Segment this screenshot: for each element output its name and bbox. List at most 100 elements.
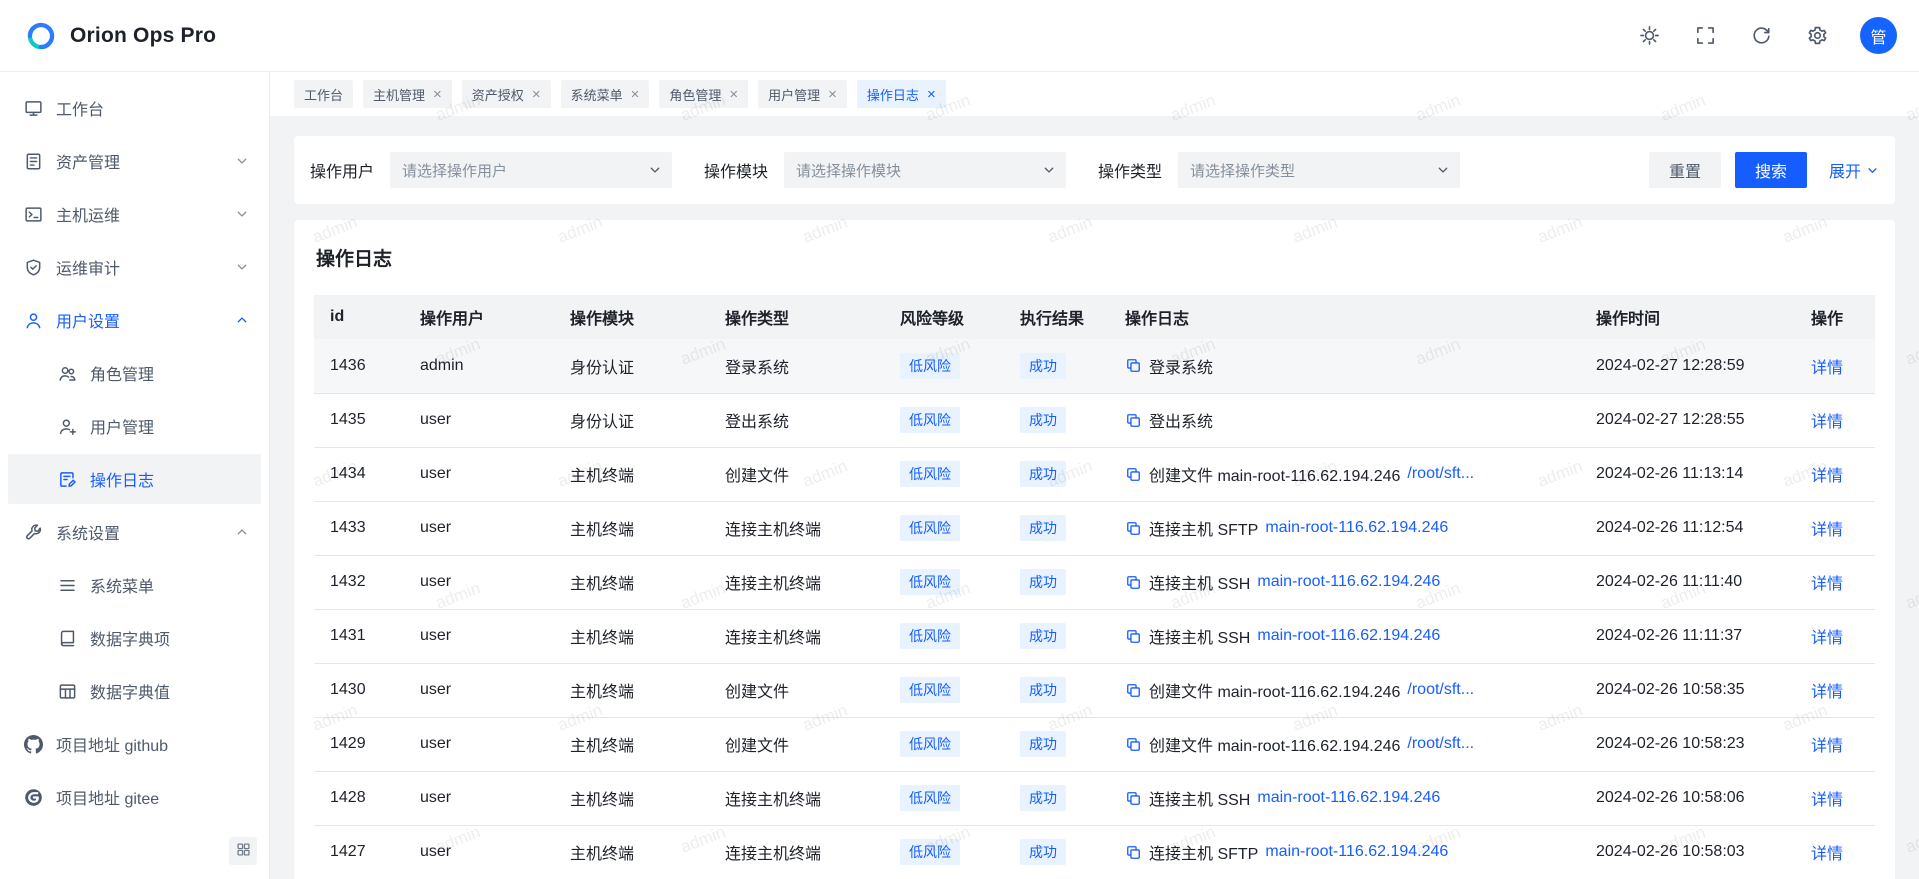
chevron-down-icon	[1436, 163, 1450, 177]
table-row: 1432user主机终端连接主机终端低风险成功连接主机 SSHmain-root…	[314, 555, 1875, 609]
filter-select-1[interactable]: 请选择操作模块	[784, 152, 1066, 188]
tab-label: 工作台	[304, 85, 343, 104]
sidebar-item-asset[interactable]: 资产管理	[8, 136, 261, 186]
settings-button[interactable]	[1800, 19, 1834, 53]
sidebar-item-label: 用户管理	[90, 414, 154, 438]
tab-close-icon[interactable]: ×	[631, 87, 640, 102]
result-badge: 成功	[1020, 569, 1066, 595]
copy-icon[interactable]	[1125, 574, 1142, 591]
sidebar: 工作台资产管理主机运维运维审计用户设置角色管理用户管理操作日志系统设置系统菜单数…	[0, 72, 270, 879]
filter-select-2[interactable]: 请选择操作类型	[1178, 152, 1460, 188]
detail-link[interactable]: 详情	[1811, 576, 1843, 593]
sidebar-item-label: 系统设置	[56, 520, 120, 544]
sidebar-item-audit[interactable]: 运维审计	[8, 242, 261, 292]
cell-id: 1428	[314, 771, 404, 825]
result-badge: 成功	[1020, 515, 1066, 541]
sidebar-item-label: 数据字典项	[90, 626, 170, 650]
detail-link[interactable]: 详情	[1811, 468, 1843, 485]
column-header: 风险等级	[884, 295, 1004, 339]
log-text: 创建文件 main-root-116.62.194.246	[1149, 462, 1400, 486]
sidebar-item-op-log[interactable]: 操作日志	[8, 454, 261, 504]
result-badge: 成功	[1020, 461, 1066, 487]
log-target-link[interactable]: /root/sft...	[1407, 735, 1474, 753]
copy-icon[interactable]	[1125, 736, 1142, 753]
tab-close-icon[interactable]: ×	[433, 87, 442, 102]
sidebar-item-gitee[interactable]: 项目地址 gitee	[8, 772, 261, 822]
tab-close-icon[interactable]: ×	[828, 87, 837, 102]
system-settings-icon	[24, 523, 43, 542]
result-badge: 成功	[1020, 677, 1066, 703]
tab-6[interactable]: 操作日志×	[857, 80, 946, 108]
cell-time: 2024-02-26 10:58:03	[1580, 825, 1795, 879]
workbench-icon	[24, 99, 43, 118]
risk-badge: 低风险	[900, 515, 960, 541]
table-row: 1433user主机终端连接主机终端低风险成功连接主机 SFTPmain-roo…	[314, 501, 1875, 555]
tab-2[interactable]: 资产授权×	[462, 80, 551, 108]
detail-link[interactable]: 详情	[1811, 792, 1843, 809]
tab-3[interactable]: 系统菜单 ×	[561, 80, 650, 108]
select-placeholder: 请选择操作类型	[1190, 160, 1436, 181]
tab-0[interactable]: 工作台	[294, 80, 353, 108]
copy-icon[interactable]	[1125, 520, 1142, 537]
sidebar-item-host[interactable]: 主机运维	[8, 189, 261, 239]
search-button[interactable]: 搜索	[1735, 152, 1807, 188]
tab-close-icon[interactable]: ×	[532, 87, 541, 102]
result-badge: 成功	[1020, 353, 1066, 379]
sidebar-item-system-settings[interactable]: 系统设置	[8, 507, 261, 557]
copy-icon[interactable]	[1125, 790, 1142, 807]
reset-button[interactable]: 重置	[1649, 152, 1721, 188]
app-body: 工作台资产管理主机运维运维审计用户设置角色管理用户管理操作日志系统设置系统菜单数…	[0, 72, 1919, 879]
sidebar-item-dict-item[interactable]: 数据字典项	[8, 613, 261, 663]
detail-link[interactable]: 详情	[1811, 414, 1843, 431]
copy-icon[interactable]	[1125, 844, 1142, 861]
theme-button[interactable]	[1632, 19, 1666, 53]
tab-close-icon[interactable]: ×	[927, 87, 936, 102]
detail-link[interactable]: 详情	[1811, 630, 1843, 647]
detail-link[interactable]: 详情	[1811, 684, 1843, 701]
detail-link[interactable]: 详情	[1811, 738, 1843, 755]
sidebar-item-workbench[interactable]: 工作台	[8, 83, 261, 133]
fullscreen-button[interactable]	[1688, 19, 1722, 53]
expand-toggle[interactable]: 展开	[1829, 158, 1879, 182]
cell-id: 1429	[314, 717, 404, 771]
log-target-link[interactable]: main-root-116.62.194.246	[1265, 519, 1448, 537]
tab-close-icon[interactable]: ×	[729, 87, 738, 102]
log-target-link[interactable]: /root/sft...	[1407, 681, 1474, 699]
cell-type: 连接主机终端	[709, 555, 884, 609]
column-header: 操作	[1795, 295, 1875, 339]
filter-select-0[interactable]: 请选择操作用户	[390, 152, 672, 188]
audit-icon	[24, 258, 43, 277]
log-target-link[interactable]: main-root-116.62.194.246	[1257, 789, 1440, 807]
tab-5[interactable]: 用户管理×	[758, 80, 847, 108]
sidebar-item-user-manage[interactable]: 用户管理	[8, 401, 261, 451]
detail-link[interactable]: 详情	[1811, 360, 1843, 377]
cell-id: 1430	[314, 663, 404, 717]
copy-icon[interactable]	[1125, 682, 1142, 699]
log-text: 登录系统	[1149, 354, 1213, 378]
sidebar-collapse-button[interactable]	[229, 837, 257, 865]
detail-link[interactable]: 详情	[1811, 846, 1843, 863]
cell-time: 2024-02-26 11:11:37	[1580, 609, 1795, 663]
tab-label: 系统菜单	[571, 85, 623, 104]
copy-icon[interactable]	[1125, 466, 1142, 483]
avatar[interactable]: 管	[1860, 17, 1897, 54]
table-row: 1434user主机终端创建文件低风险成功创建文件 main-root-116.…	[314, 447, 1875, 501]
tab-1[interactable]: 主机管理×	[363, 80, 452, 108]
result-badge: 成功	[1020, 785, 1066, 811]
log-target-link[interactable]: main-root-116.62.194.246	[1257, 627, 1440, 645]
detail-link[interactable]: 详情	[1811, 522, 1843, 539]
sidebar-item-role[interactable]: 角色管理	[8, 348, 261, 398]
tab-4[interactable]: 角色管理×	[659, 80, 748, 108]
sidebar-item-github[interactable]: 项目地址 github	[8, 719, 261, 769]
log-target-link[interactable]: /root/sft...	[1407, 465, 1474, 483]
sidebar-item-user-settings[interactable]: 用户设置	[8, 295, 261, 345]
log-target-link[interactable]: main-root-116.62.194.246	[1265, 843, 1448, 861]
sidebar-item-system-menu[interactable]: 系统菜单	[8, 560, 261, 610]
log-target-link[interactable]: main-root-116.62.194.246	[1257, 573, 1440, 591]
refresh-button[interactable]	[1744, 19, 1778, 53]
sidebar-item-dict-value[interactable]: 数据字典值	[8, 666, 261, 716]
copy-icon[interactable]	[1125, 628, 1142, 645]
copy-icon[interactable]	[1125, 357, 1142, 374]
cell-type: 登出系统	[709, 393, 884, 447]
copy-icon[interactable]	[1125, 412, 1142, 429]
